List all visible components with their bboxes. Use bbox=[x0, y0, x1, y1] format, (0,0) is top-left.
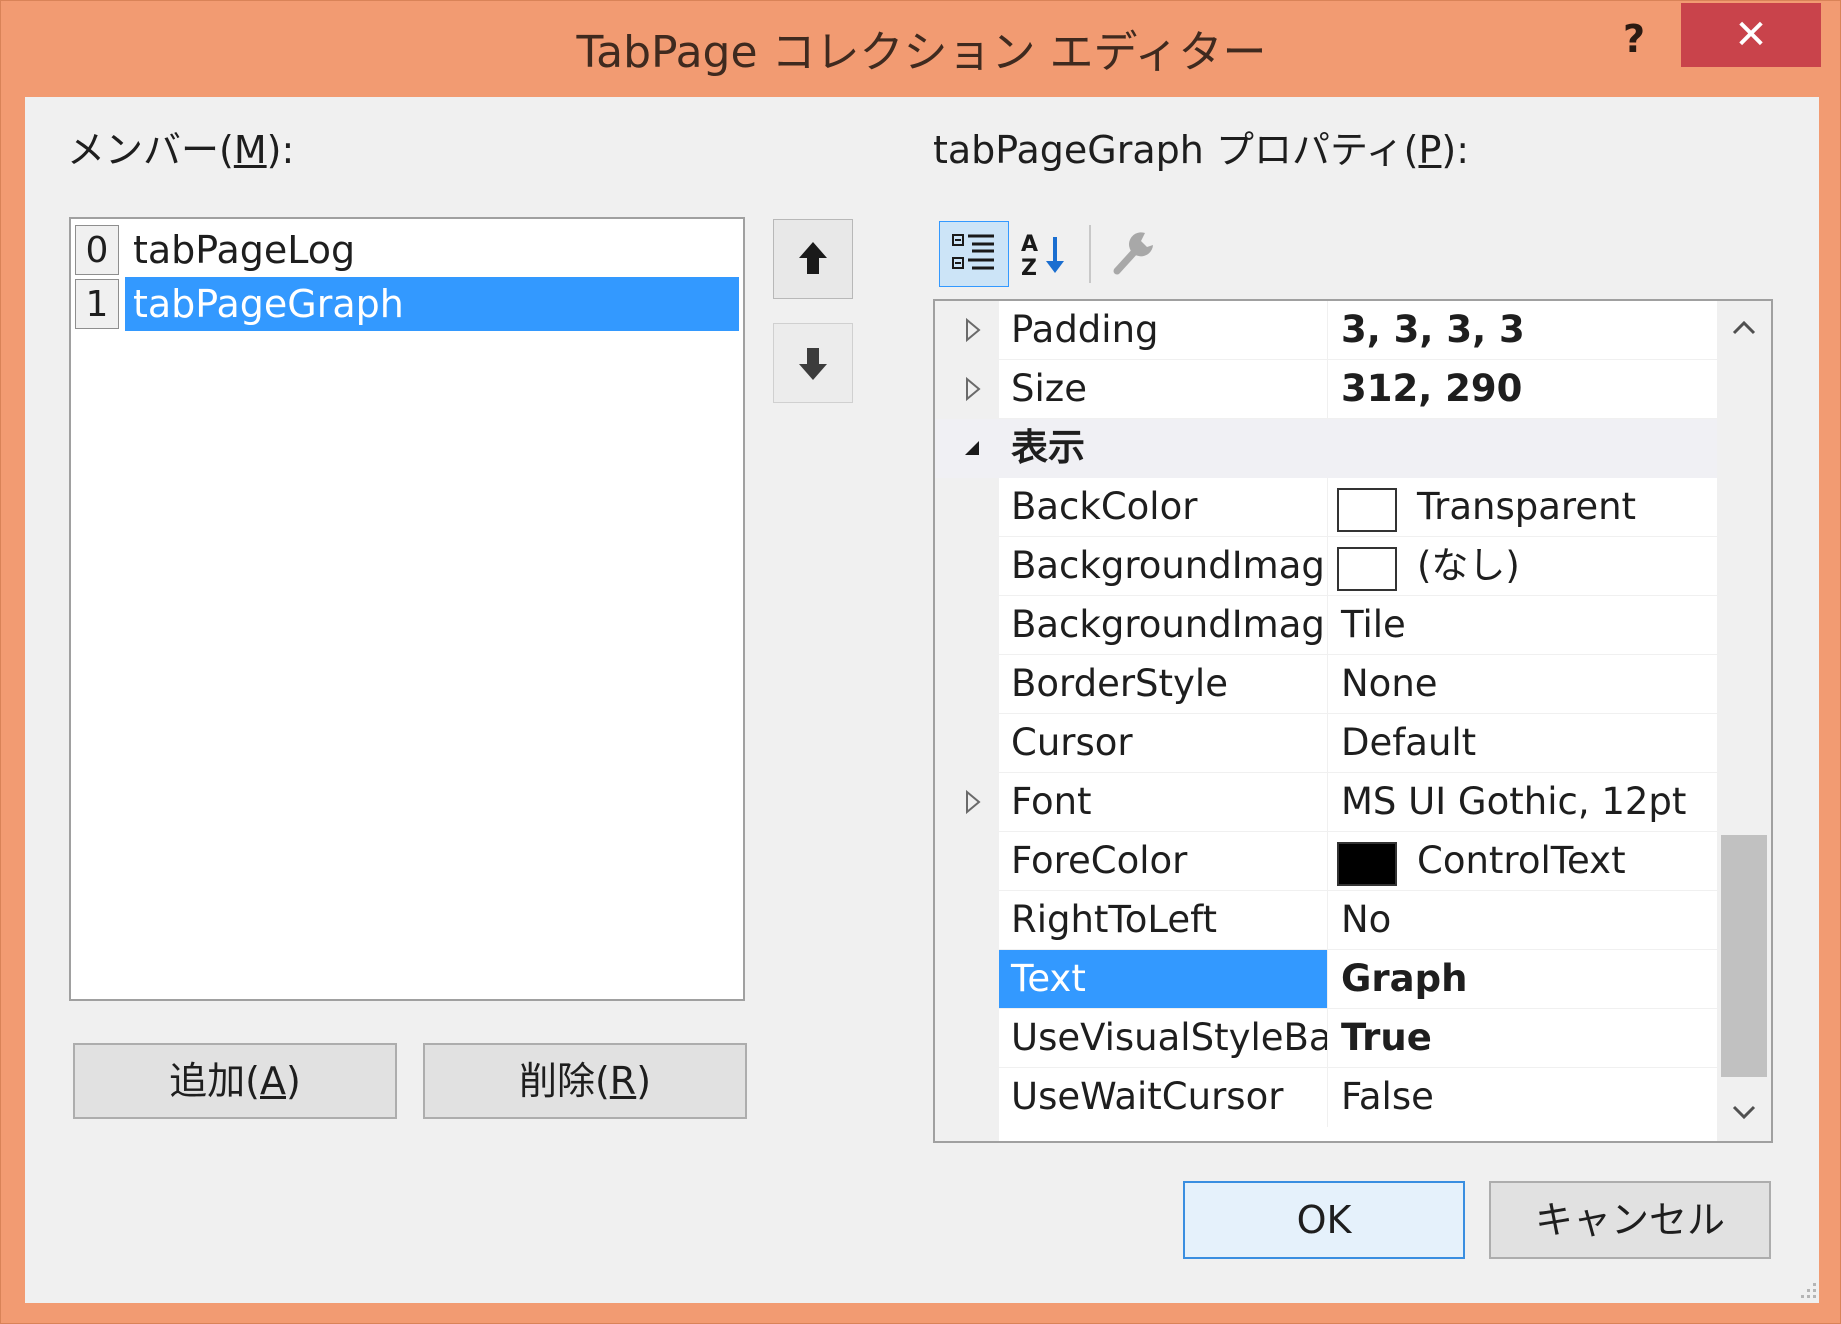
column-divider bbox=[1327, 478, 1328, 537]
column-divider bbox=[1327, 301, 1328, 360]
property-value[interactable]: (なし) bbox=[1405, 537, 1717, 595]
property-row-backcolor[interactable]: BackColor Transparent bbox=[935, 478, 1717, 537]
column-divider bbox=[1327, 537, 1328, 596]
property-pages-icon bbox=[1113, 232, 1153, 275]
list-item[interactable]: 0 tabPageLog bbox=[75, 223, 741, 277]
property-name[interactable]: BackgroundImag bbox=[999, 596, 1327, 654]
member-index: 0 bbox=[75, 225, 119, 275]
properties-label: tabPageGraph プロパティ(P): bbox=[933, 128, 1470, 172]
property-row-usevisualstylebackcolor[interactable]: UseVisualStyleBa True bbox=[935, 1009, 1717, 1068]
column-divider bbox=[1327, 832, 1328, 891]
property-value[interactable]: Graph bbox=[1329, 950, 1717, 1008]
property-row-forecolor[interactable]: ForeColor ControlText bbox=[935, 832, 1717, 891]
property-name[interactable]: Padding bbox=[999, 301, 1327, 359]
column-divider bbox=[1327, 714, 1328, 773]
cancel-button[interactable]: キャンセル bbox=[1489, 1181, 1771, 1259]
members-label: メンバー(M): bbox=[67, 128, 295, 172]
property-category-display[interactable]: 表示 bbox=[935, 419, 1717, 478]
property-row-size[interactable]: Size 312, 290 bbox=[935, 360, 1717, 419]
column-divider bbox=[1327, 1009, 1328, 1068]
property-value[interactable]: ControlText bbox=[1405, 832, 1717, 890]
column-divider bbox=[1327, 891, 1328, 950]
close-button[interactable]: ✕ bbox=[1681, 3, 1821, 67]
expand-icon[interactable] bbox=[963, 376, 983, 402]
property-row-background-image[interactable]: BackgroundImag (なし) bbox=[935, 537, 1717, 596]
arrow-down-icon bbox=[799, 348, 827, 380]
property-value[interactable]: 312, 290 bbox=[1329, 360, 1717, 418]
property-value[interactable]: No bbox=[1329, 891, 1717, 949]
property-row-font[interactable]: Font MS UI Gothic, 12pt bbox=[935, 773, 1717, 832]
chevron-up-icon[interactable] bbox=[1730, 317, 1758, 337]
property-value[interactable]: 3, 3, 3, 3 bbox=[1329, 301, 1717, 359]
property-row-background-image-layout[interactable]: BackgroundImag Tile bbox=[935, 596, 1717, 655]
property-value[interactable]: False bbox=[1329, 1068, 1717, 1126]
svg-text:A: A bbox=[1021, 232, 1038, 257]
property-name[interactable]: BorderStyle bbox=[999, 655, 1327, 713]
vertical-scrollbar[interactable] bbox=[1717, 301, 1771, 1141]
property-value[interactable]: None bbox=[1329, 655, 1717, 713]
remove-button[interactable]: 削除(R) bbox=[423, 1043, 747, 1119]
property-row-cursor[interactable]: Cursor Default bbox=[935, 714, 1717, 773]
property-row-usewaitcursor[interactable]: UseWaitCursor False bbox=[935, 1068, 1717, 1127]
toolbar-separator bbox=[1089, 225, 1091, 283]
window-title: TabPage コレクション エディター bbox=[576, 27, 1267, 78]
resize-grip-icon[interactable] bbox=[1801, 1283, 1817, 1299]
property-name[interactable]: Cursor bbox=[999, 714, 1327, 772]
property-row-padding[interactable]: Padding 3, 3, 3, 3 bbox=[935, 301, 1717, 360]
expand-icon[interactable] bbox=[963, 317, 983, 343]
categorized-icon bbox=[952, 234, 994, 270]
property-name[interactable]: BackColor bbox=[999, 478, 1327, 536]
property-name[interactable]: Size bbox=[999, 360, 1327, 418]
add-button[interactable]: 追加(A) bbox=[73, 1043, 397, 1119]
chevron-down-icon[interactable] bbox=[1730, 1103, 1758, 1123]
property-name[interactable]: Font bbox=[999, 773, 1327, 831]
column-divider bbox=[1327, 360, 1328, 419]
alphabetical-sort-icon: A Z bbox=[1021, 232, 1064, 281]
column-divider bbox=[1327, 950, 1328, 1009]
color-swatch bbox=[1337, 842, 1397, 886]
member-index: 1 bbox=[75, 279, 119, 329]
column-divider bbox=[1327, 773, 1328, 832]
property-value[interactable]: Default bbox=[1329, 714, 1717, 772]
property-value[interactable]: Transparent bbox=[1405, 478, 1717, 536]
color-swatch bbox=[1337, 488, 1397, 532]
members-list[interactable]: 0 tabPageLog 1 tabPageGraph bbox=[69, 217, 745, 1001]
ok-button[interactable]: OK bbox=[1183, 1181, 1465, 1259]
property-name[interactable]: RightToLeft bbox=[999, 891, 1327, 949]
property-value[interactable]: Tile bbox=[1329, 596, 1717, 654]
column-divider bbox=[1327, 596, 1328, 655]
column-divider bbox=[1327, 655, 1328, 714]
member-name[interactable]: tabPageGraph bbox=[125, 277, 739, 331]
expand-icon[interactable] bbox=[963, 789, 983, 815]
list-item[interactable]: 1 tabPageGraph bbox=[75, 277, 741, 331]
alphabetical-button[interactable]: A Z bbox=[1011, 221, 1081, 287]
property-name[interactable]: ForeColor bbox=[999, 832, 1327, 890]
dialog-client-area: メンバー(M): 0 tabPageLog 1 tabPageGraph 追加(… bbox=[25, 97, 1819, 1303]
property-value[interactable]: True bbox=[1329, 1009, 1717, 1067]
column-divider bbox=[1327, 1068, 1328, 1127]
category-name: 表示 bbox=[1011, 426, 1085, 469]
svg-text:Z: Z bbox=[1021, 256, 1037, 281]
property-value[interactable]: MS UI Gothic, 12pt bbox=[1329, 773, 1717, 831]
property-row-righttoleft[interactable]: RightToLeft No bbox=[935, 891, 1717, 950]
property-pages-button[interactable] bbox=[1099, 221, 1169, 287]
arrow-up-icon bbox=[799, 242, 827, 274]
property-name[interactable]: UseVisualStyleBa bbox=[999, 1009, 1327, 1067]
property-name[interactable]: Text bbox=[999, 950, 1327, 1008]
scrollbar-thumb[interactable] bbox=[1721, 835, 1767, 1077]
move-up-button[interactable] bbox=[773, 219, 853, 299]
move-down-button[interactable] bbox=[773, 323, 853, 403]
collection-editor-window: TabPage コレクション エディター ? ✕ メンバー(M): 0 tabP… bbox=[0, 0, 1841, 1324]
property-row-text[interactable]: Text Graph bbox=[935, 950, 1717, 1009]
property-grid[interactable]: Padding 3, 3, 3, 3 Size 312, 290 表示 Back… bbox=[933, 299, 1773, 1143]
title-bar[interactable]: TabPage コレクション エディター ? ✕ bbox=[1, 1, 1841, 97]
member-name[interactable]: tabPageLog bbox=[125, 223, 739, 277]
property-name[interactable]: BackgroundImag bbox=[999, 537, 1327, 595]
property-row-borderstyle[interactable]: BorderStyle None bbox=[935, 655, 1717, 714]
categorized-button[interactable] bbox=[939, 221, 1009, 287]
help-button[interactable]: ? bbox=[1596, 11, 1672, 67]
property-name[interactable]: UseWaitCursor bbox=[999, 1068, 1327, 1126]
image-swatch bbox=[1337, 547, 1397, 591]
collapse-icon[interactable] bbox=[963, 435, 983, 461]
